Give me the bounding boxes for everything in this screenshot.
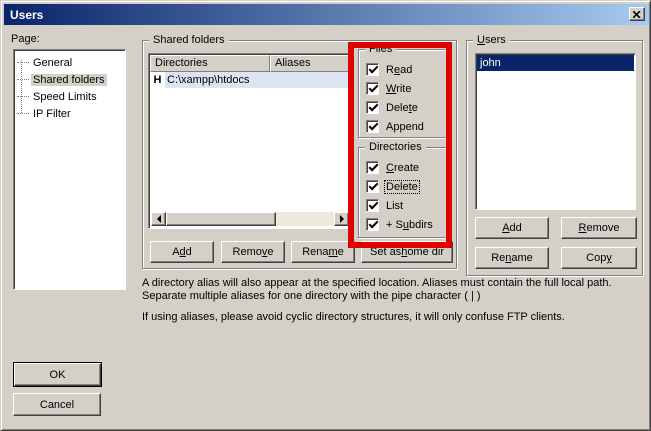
list-header-row: Directories Aliases	[150, 55, 350, 72]
scroll-left-button[interactable]	[151, 212, 166, 226]
sidebar-item-label: General	[31, 57, 74, 69]
user-copy-button[interactable]: Copy	[561, 247, 637, 269]
help-paragraph-2: If using aliases, please avoid cyclic di…	[142, 311, 650, 324]
column-header-aliases[interactable]: Aliases	[270, 55, 350, 72]
sidebar-item-label: Speed Limits	[31, 91, 99, 103]
scroll-left-arrow-icon	[153, 215, 161, 223]
directory-row[interactable]: H C:\xampp\htdocs	[150, 72, 350, 88]
user-remove-button[interactable]: Remove	[561, 217, 637, 239]
help-text: A directory alias will also appear at th…	[142, 277, 650, 324]
users-group: Users john Add Remove Rename Copy	[466, 40, 643, 276]
directory-path: C:\xampp\htdocs	[165, 72, 350, 88]
titlebar[interactable]: Users	[4, 4, 649, 25]
help-paragraph-1: A directory alias will also appear at th…	[142, 277, 650, 303]
scrollbar-thumb[interactable]	[166, 212, 276, 226]
users-list[interactable]: john	[475, 53, 636, 210]
tree-rail	[21, 60, 22, 113]
tree-branch-icon	[17, 79, 29, 80]
sidebar-item-ip-filter[interactable]: IP Filter	[14, 105, 125, 122]
tree-branch-icon	[17, 62, 29, 63]
user-list-item[interactable]: john	[477, 55, 634, 71]
highlight-rectangle	[348, 42, 452, 248]
close-button[interactable]	[629, 7, 645, 21]
home-marker: H	[150, 74, 165, 86]
sidebar-item-label: Shared folders	[31, 74, 107, 86]
close-icon	[633, 11, 641, 18]
shared-folders-group-label: Shared folders	[149, 34, 229, 47]
page-list: General Shared folders Speed Limits IP F…	[13, 49, 126, 290]
cancel-button[interactable]: Cancel	[13, 393, 101, 416]
folder-remove-button[interactable]: Remove	[221, 241, 285, 263]
scroll-right-arrow-icon	[340, 215, 348, 223]
sidebar-item-shared-folders[interactable]: Shared folders	[14, 71, 125, 88]
sidebar-item-label: IP Filter	[31, 108, 73, 120]
scroll-right-button[interactable]	[334, 212, 349, 226]
ok-button[interactable]: OK	[14, 363, 101, 386]
folder-add-button[interactable]: Add	[150, 241, 214, 263]
user-add-button[interactable]: Add	[475, 217, 549, 239]
tree-branch-icon	[17, 113, 29, 114]
sidebar-item-speed-limits[interactable]: Speed Limits	[14, 88, 125, 105]
users-group-label: Users	[473, 34, 510, 47]
page-label: Page:	[11, 33, 40, 45]
tree-branch-icon	[17, 96, 29, 97]
scrollbar-track[interactable]	[276, 212, 334, 226]
column-header-directories[interactable]: Directories	[150, 55, 270, 72]
users-dialog: Users Page: General Shared folders Speed…	[0, 0, 651, 431]
window-title: Users	[4, 8, 43, 22]
folder-rename-button[interactable]: Rename	[291, 241, 355, 263]
ok-button-default-ring: OK	[13, 362, 102, 387]
directories-list[interactable]: Directories Aliases H C:\xampp\htdocs	[148, 53, 352, 229]
horizontal-scrollbar[interactable]	[151, 212, 349, 226]
user-rename-button[interactable]: Rename	[475, 247, 549, 269]
sidebar-item-general[interactable]: General	[14, 54, 125, 71]
